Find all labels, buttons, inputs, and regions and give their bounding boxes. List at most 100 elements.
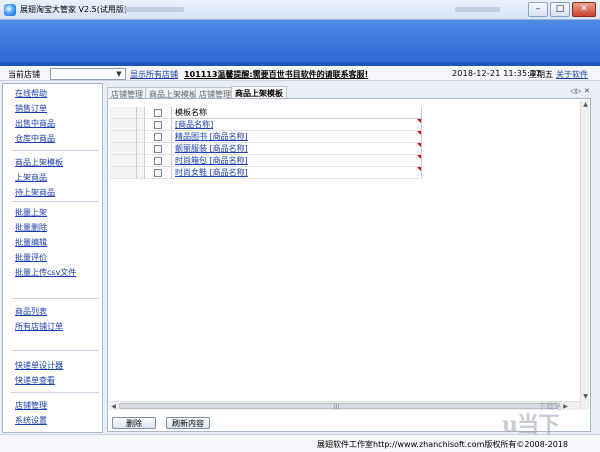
top-toolbar: 当前店铺 ▼ 显示所有店铺 101113温馨提醒:需要百世书目软件的请联系客服!… xyxy=(0,66,600,81)
sidebar-item-batch-review[interactable]: 批量评价 xyxy=(15,252,47,263)
sidebar-divider xyxy=(11,201,99,202)
tab-close-icon[interactable]: ✕ xyxy=(584,87,590,95)
close-button[interactable]: ✕ xyxy=(572,2,596,17)
table-row[interactable]: 精品图书 [商品名称] xyxy=(110,131,423,143)
sidebar: 在线帮助 销售订单 出售中商品 仓库中商品 商品上架模板 上架商品 待上架商品 … xyxy=(2,83,103,433)
template-name-text: 靓丽服装 [商品名称] xyxy=(175,144,248,153)
template-name-text: 精品图书 [商品名称] xyxy=(175,132,248,141)
maximize-button[interactable]: □ xyxy=(550,2,570,17)
comment-marker-icon xyxy=(417,131,421,135)
tab-store-management[interactable]: 店铺管理 xyxy=(107,87,147,99)
scroll-thumb[interactable]: ||| xyxy=(119,403,559,410)
sidebar-item-batch-list[interactable]: 批量上架 xyxy=(15,207,47,218)
notice-text: 101113温馨提醒:需要百世书目软件的请联系客服! xyxy=(184,70,369,79)
delete-button[interactable]: 删除 xyxy=(112,417,156,429)
template-name-link[interactable]: 时尚箱包 [商品名称] xyxy=(172,155,422,167)
row-header xyxy=(137,107,145,119)
template-name-link[interactable]: 精品图书 [商品名称] xyxy=(172,131,422,143)
sidebar-item-batch-csv[interactable]: 批量上传csv文件 xyxy=(15,267,76,278)
sidebar-item-listing-template[interactable]: 商品上架模板 xyxy=(15,157,63,168)
refresh-button[interactable]: 刷新内容 xyxy=(166,417,210,429)
sidebar-divider xyxy=(11,392,99,393)
table-row[interactable]: 靓丽服装 [商品名称] xyxy=(110,143,423,155)
select-all-checkbox[interactable] xyxy=(154,109,162,117)
row-checkbox[interactable] xyxy=(154,169,162,177)
row-header xyxy=(137,143,145,155)
row-header xyxy=(137,131,145,143)
sidebar-divider xyxy=(11,150,99,151)
watermark-logo: u当下 下载站 xyxy=(498,399,594,447)
row-header xyxy=(137,119,145,131)
grid-header-row: 模板名称 xyxy=(110,107,423,119)
sidebar-item-batch-edit[interactable]: 批量编辑 xyxy=(15,237,47,248)
row-checkbox[interactable] xyxy=(154,145,162,153)
sidebar-item-on-sale[interactable]: 出售中商品 xyxy=(15,118,55,129)
tab-listing-template-active[interactable]: 商品上架模板 xyxy=(231,86,287,98)
title-bar: 展翅淘宝大管家 V2.5(试用版) – □ ✕ xyxy=(0,0,600,20)
watermark-subtext: 下载站 xyxy=(538,402,562,411)
sidebar-item-system-settings[interactable]: 系统设置 xyxy=(15,415,47,426)
template-name-text: [商品名称] xyxy=(175,120,214,129)
row-header xyxy=(110,167,137,179)
about-link[interactable]: 关于软件 xyxy=(556,69,588,80)
sidebar-item-store-management[interactable]: 店铺管理 xyxy=(15,400,47,411)
sidebar-item-all-orders[interactable]: 所有店铺订单 xyxy=(15,321,63,332)
template-name-link[interactable]: 靓丽服装 [商品名称] xyxy=(172,143,422,155)
scroll-left-icon[interactable]: ◀ xyxy=(109,402,118,411)
row-header xyxy=(137,155,145,167)
sidebar-divider xyxy=(11,350,99,351)
header-banner xyxy=(0,20,600,66)
select-all-cell xyxy=(145,107,172,119)
comment-marker-icon xyxy=(417,167,421,171)
sidebar-item-goods-list[interactable]: 商品列表 xyxy=(15,306,47,317)
minimize-button[interactable]: – xyxy=(528,2,548,17)
comment-marker-icon xyxy=(417,155,421,159)
chevron-down-icon: ▼ xyxy=(116,70,122,78)
template-name-text: 时尚箱包 [商品名称] xyxy=(175,156,248,165)
sidebar-divider xyxy=(11,298,99,299)
scroll-up-icon[interactable]: ▲ xyxy=(581,100,590,109)
table-row[interactable]: [商品名称] xyxy=(110,119,423,131)
show-all-stores-link[interactable]: 显示所有店铺 xyxy=(130,69,178,80)
row-header xyxy=(110,155,137,167)
sidebar-item-sales-orders[interactable]: 销售订单 xyxy=(15,103,47,114)
main-panel: 模板名称 [商品名称] 精品图书 [商品名称] 靓丽服装 [商品名称] 时尚箱包… xyxy=(107,98,591,432)
tab-listing-template[interactable]: 商品上架模板 xyxy=(145,87,201,99)
grip-icon: ||| xyxy=(334,404,340,410)
row-checkbox[interactable] xyxy=(154,157,162,165)
weekday-display: 星期五 xyxy=(529,70,553,79)
sidebar-item-in-warehouse[interactable]: 仓库中商品 xyxy=(15,133,55,144)
datetime-display: 2018-12-21 11:35:37 xyxy=(452,69,541,78)
app-logo-icon xyxy=(4,4,16,16)
window-title: 展翅淘宝大管家 V2.5(试用版) xyxy=(20,5,127,14)
checkbox-cell xyxy=(145,143,172,155)
template-name-text: 时尚女鞋 [商品名称] xyxy=(175,168,248,177)
template-name-link[interactable]: 时尚女鞋 [商品名称] xyxy=(172,167,422,179)
checkbox-cell xyxy=(145,155,172,167)
sidebar-item-waybill-view[interactable]: 快递单查看 xyxy=(15,375,55,386)
sidebar-item-waybill-designer[interactable]: 快递单设计器 xyxy=(15,360,63,371)
checkbox-cell xyxy=(145,119,172,131)
sidebar-item-online-help[interactable]: 在线帮助 xyxy=(15,88,47,99)
row-header xyxy=(110,131,137,143)
sidebar-item-batch-delete[interactable]: 批量删除 xyxy=(15,222,47,233)
tab-prev-icon[interactable]: ◁ xyxy=(570,87,575,95)
column-header-template-name: 模板名称 xyxy=(172,107,422,119)
row-checkbox[interactable] xyxy=(154,121,162,129)
comment-marker-icon xyxy=(417,143,421,147)
tab-store-management-2[interactable]: 店铺管理 xyxy=(195,87,235,99)
row-header xyxy=(110,119,137,131)
sidebar-item-listed-goods[interactable]: 上架商品 xyxy=(15,172,47,183)
row-header xyxy=(110,107,137,119)
tab-bar: 店铺管理 商品上架模板 店铺管理 商品上架模板 ◁ ▷ ✕ xyxy=(107,86,591,99)
table-row[interactable]: 时尚女鞋 [商品名称] xyxy=(110,167,423,179)
template-name-link[interactable]: [商品名称] xyxy=(172,119,422,131)
table-row[interactable]: 时尚箱包 [商品名称] xyxy=(110,155,423,167)
store-select[interactable]: ▼ xyxy=(50,68,126,80)
checkbox-cell xyxy=(145,131,172,143)
tab-next-icon[interactable]: ▷ xyxy=(576,87,581,95)
checkbox-cell xyxy=(145,167,172,179)
sidebar-item-pending-goods[interactable]: 待上架商品 xyxy=(15,187,55,198)
vertical-scrollbar[interactable]: ▲ ▼ xyxy=(580,100,589,410)
row-checkbox[interactable] xyxy=(154,133,162,141)
